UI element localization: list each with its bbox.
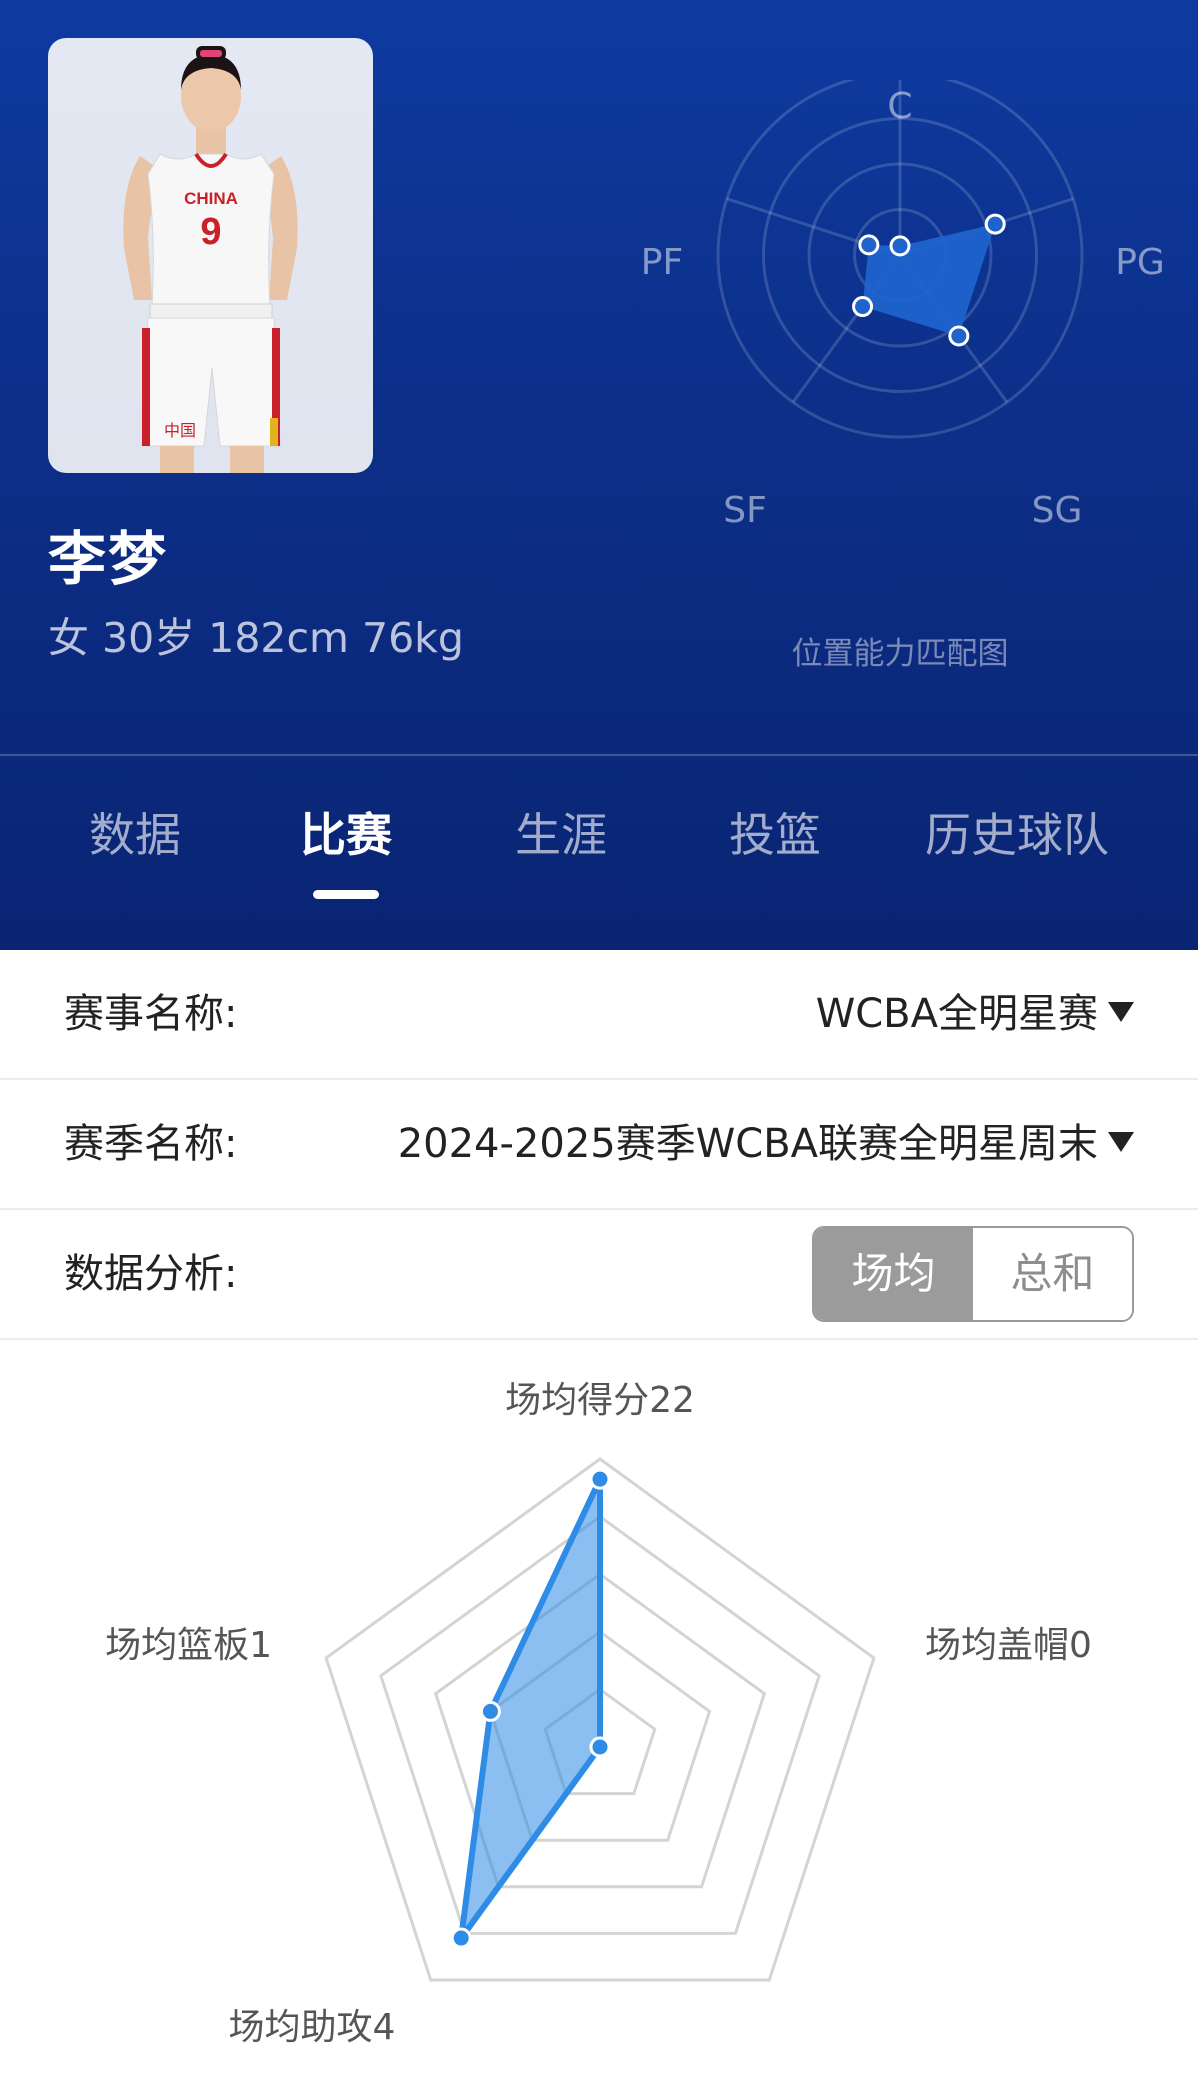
tab-games[interactable]: 比赛 (270, 790, 422, 880)
stat-label-assists: 场均助攻4 (229, 2007, 396, 2048)
position-label-pg: PG (1115, 242, 1165, 283)
position-label-c: C (887, 86, 912, 127)
position-radar-point (858, 234, 880, 256)
active-tab-indicator (313, 890, 379, 899)
analysis-label: 数据分析: (64, 1251, 238, 1297)
position-label-pf: PF (641, 242, 683, 283)
position-radar-point (889, 235, 911, 257)
player-bio: 女 30岁 182cm 76kg (48, 614, 464, 662)
chevron-down-icon[interactable] (1108, 1132, 1134, 1152)
stats-radar-point (450, 1927, 472, 1949)
position-radar-point (948, 325, 970, 347)
average-toggle-button[interactable]: 场均 (814, 1228, 973, 1320)
position-chart-caption: 位置能力匹配图 (791, 636, 1009, 672)
stats-radar-point (589, 1468, 611, 1490)
tab-team-history[interactable]: 历史球队 (900, 790, 1134, 880)
position-radar-area (862, 224, 996, 336)
position-label-sg: SG (1032, 490, 1083, 531)
player-profile-page: CHINA 9 中国 李梦 女 30岁 182cm 76kg C PG SG S… (0, 0, 1198, 2076)
tab-career[interactable]: 生涯 (486, 790, 636, 880)
event-label: 赛事名称: (64, 991, 238, 1037)
stat-label-blocks: 场均盖帽0 (925, 1625, 1092, 1666)
tab-bar: 数据 比赛 生涯 投篮 历史球队 (0, 790, 1198, 900)
season-filter-row[interactable]: 赛季名称: 2024-2025赛季WCBA联赛全明星周末 (0, 1080, 1198, 1210)
position-label-sf: SF (723, 490, 767, 531)
jersey-number-text: 9 (200, 211, 221, 253)
chevron-down-icon[interactable] (1108, 1002, 1134, 1022)
tab-data[interactable]: 数据 (60, 790, 210, 880)
shorts-text: 中国 (164, 421, 196, 440)
stat-label-rebounds: 场均篮板1 (105, 1625, 272, 1666)
event-filter-row[interactable]: 赛事名称: WCBA全明星赛 (0, 950, 1198, 1080)
position-radar-point (984, 213, 1006, 235)
stats-radar-point (589, 1736, 611, 1758)
player-photo: CHINA 9 中国 (48, 38, 373, 473)
total-toggle-button[interactable]: 总和 (973, 1228, 1132, 1320)
tab-shooting[interactable]: 投篮 (700, 790, 850, 880)
stats-radar-chart: 场均得分22 场均盖帽0 场均助攻4 场均篮板1 (105, 1380, 1092, 2048)
position-radar-point (852, 296, 874, 318)
stats-radar-point (479, 1700, 501, 1722)
position-radar-chart: C PG SG SF PF (641, 80, 1165, 531)
average-total-toggle: 场均 总和 (812, 1226, 1134, 1322)
player-name: 李梦 (48, 525, 169, 593)
season-select[interactable]: 2024-2025赛季WCBA联赛全明星周末 (398, 1080, 1098, 1208)
season-label: 赛季名称: (64, 1121, 238, 1167)
header-divider (0, 754, 1198, 756)
event-select[interactable]: WCBA全明星赛 (816, 950, 1098, 1078)
jersey-country-text: CHINA (184, 189, 238, 208)
profile-header: CHINA 9 中国 李梦 女 30岁 182cm 76kg C PG SG S… (0, 0, 1198, 950)
stat-label-points: 场均得分22 (505, 1380, 695, 1421)
